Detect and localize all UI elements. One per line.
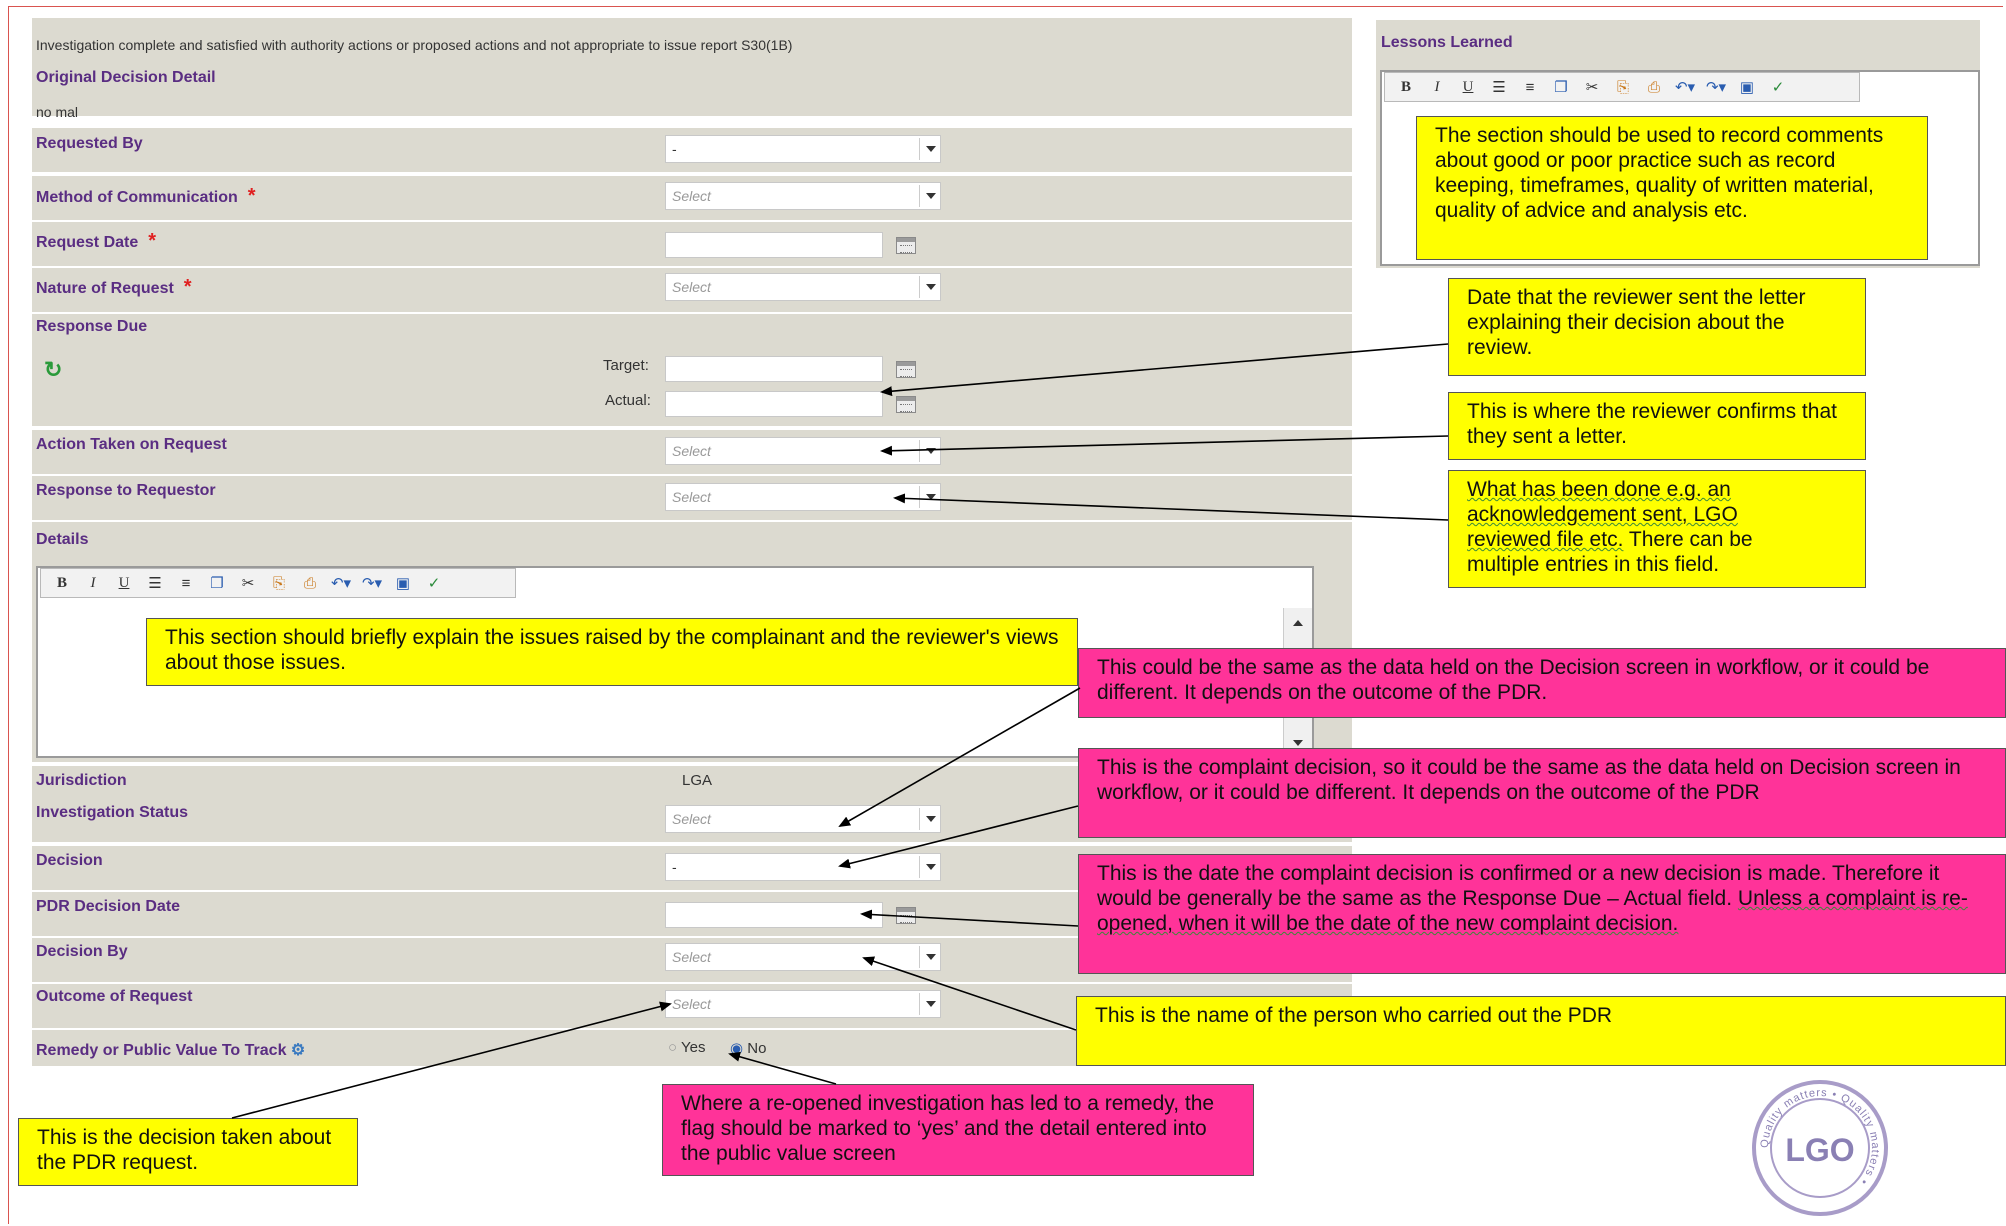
lgo-logo: LGO Quality matters • Quality matters • (1752, 1080, 1888, 1216)
lgo-ring-text: Quality matters • Quality matters • (1759, 1087, 1881, 1188)
arrow-investigation-status (838, 687, 1081, 827)
arrow-actual-date (880, 343, 1449, 397)
arrow-decision (838, 805, 1079, 869)
arrow-remedy (728, 1051, 837, 1085)
svg-text:Quality matters • Quality matt: Quality matters • Quality matters • (1759, 1087, 1881, 1188)
arrow-pdr-decision-date (860, 909, 1079, 927)
callout-arrows (231, 343, 1449, 1119)
arrow-response-to-requestor (893, 493, 1449, 521)
arrow-action-taken (880, 435, 1449, 456)
arrow-decision-by (862, 956, 1077, 1031)
arrow-outcome (231, 1001, 672, 1119)
